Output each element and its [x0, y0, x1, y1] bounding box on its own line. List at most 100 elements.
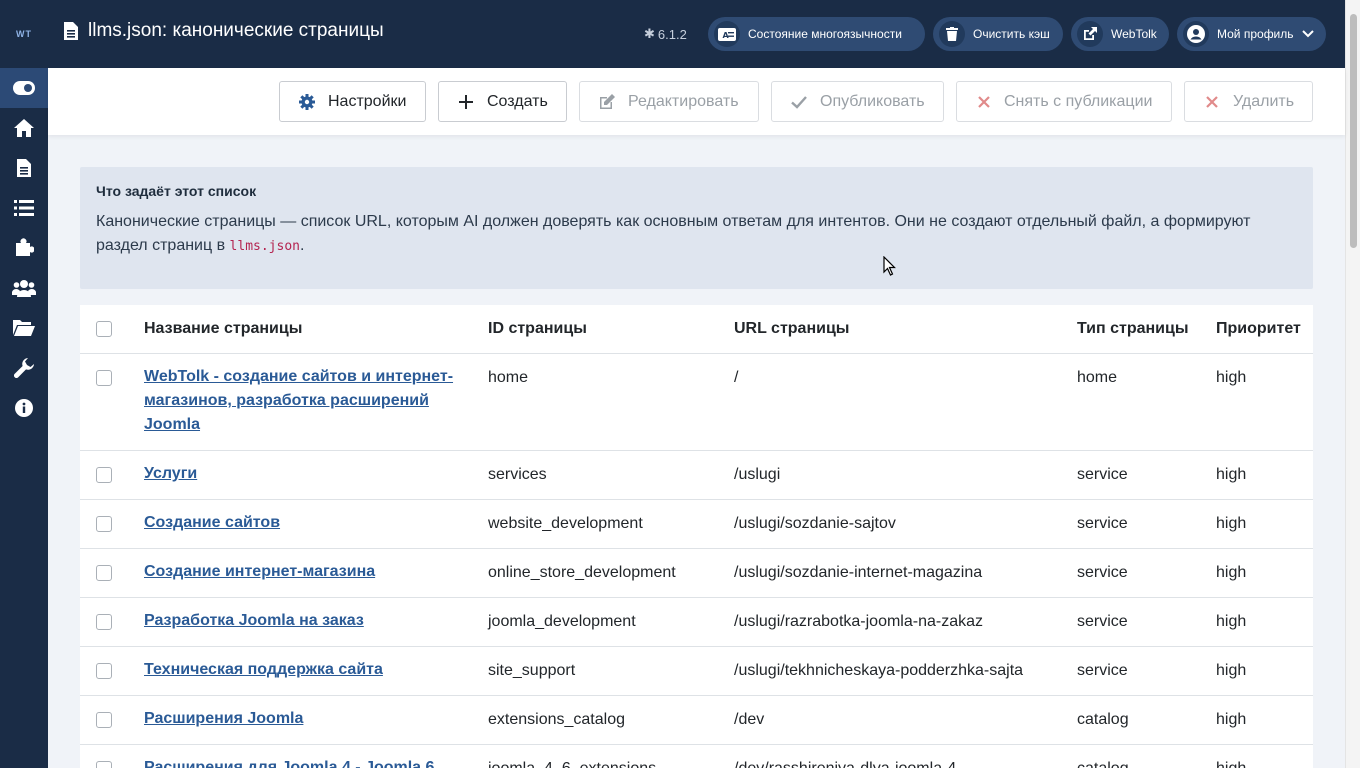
logo[interactable]: WT [0, 0, 48, 68]
settings-label: Настройки [328, 93, 407, 110]
users-icon [12, 280, 36, 297]
page-url: / [734, 369, 739, 386]
page-priority: high [1216, 662, 1247, 679]
column-header-name[interactable]: Название страницы [144, 320, 302, 338]
page-title-link[interactable]: Техническая поддержка сайта [144, 658, 464, 682]
column-header-type[interactable]: Тип страницы [1077, 320, 1189, 338]
check-icon [791, 96, 807, 109]
row-checkbox[interactable] [96, 712, 112, 728]
row-checkbox[interactable] [96, 663, 112, 679]
page-title: llms.json: канонические страницы [64, 20, 384, 42]
sidebar-toggle[interactable] [0, 68, 48, 108]
select-all-checkbox[interactable] [96, 321, 112, 337]
sidebar-item-media[interactable] [0, 308, 48, 348]
page-url: /uslugi [734, 466, 781, 483]
clear-cache-label: Очистить кэш [973, 27, 1050, 41]
publish-button[interactable]: Опубликовать [771, 81, 944, 122]
header: llms.json: канонические страницы ✱ 6.1.2… [48, 0, 1345, 68]
sidebar-item-home[interactable] [0, 108, 48, 148]
page-title-link[interactable]: WebTolk - создание сайтов и интернет-маг… [144, 365, 464, 437]
page-url: /uslugi/sozdanie-internet-magazina [734, 564, 983, 581]
page-priority: high [1216, 760, 1246, 768]
divider [80, 548, 1313, 549]
profile-menu-button[interactable]: Мой профиль [1177, 17, 1326, 51]
pages-table: Название страницы ID страницы URL страни… [80, 305, 1313, 768]
page-id: joomla_4_6_extensions [488, 760, 656, 768]
multilingual-status-button[interactable]: A Состояние многоязычности [708, 17, 925, 51]
page-title-link[interactable]: Создание интернет-магазина [144, 560, 464, 584]
trash-icon [939, 21, 965, 47]
sidebar-item-users[interactable] [0, 268, 48, 308]
page-scrollbar[interactable] [1345, 0, 1360, 768]
page-title-text: llms.json: канонические страницы [88, 20, 384, 41]
page-url: /dev [734, 711, 765, 728]
wrench-icon [14, 358, 34, 378]
folder-icon [13, 320, 35, 336]
toggle-icon [13, 81, 35, 95]
page-id: joomla_development [488, 613, 636, 630]
page-id: website_development [488, 515, 643, 532]
delete-label: Удалить [1233, 93, 1295, 110]
page-url: /uslugi/tekhnicheskaya-podderzhka-sajta [734, 662, 1024, 679]
page-title-link[interactable]: Расширения Joomla [144, 707, 464, 731]
alert-code: llms.json [229, 239, 300, 254]
row-checkbox[interactable] [96, 516, 112, 532]
alert-text-end: . [300, 237, 305, 254]
delete-button[interactable]: Удалить [1184, 81, 1313, 122]
column-header-id[interactable]: ID страницы [488, 320, 587, 338]
sidebar-item-system[interactable] [0, 348, 48, 388]
column-header-priority[interactable]: Приоритет [1216, 320, 1301, 338]
sidebar-item-help[interactable] [0, 388, 48, 428]
divider [80, 695, 1313, 696]
chevron-down-icon [1301, 30, 1314, 38]
page-type: catalog [1077, 711, 1129, 728]
toolbar: Настройки Создать Редактировать Опублико… [48, 68, 1345, 135]
language-icon: A [714, 21, 740, 47]
unpublish-button[interactable]: Снять с публикации [956, 81, 1172, 122]
row-checkbox[interactable] [96, 467, 112, 483]
row-checkbox[interactable] [96, 370, 112, 386]
clear-cache-button[interactable]: Очистить кэш [933, 17, 1063, 51]
alert-text: Канонические страницы — список URL, кото… [96, 210, 1296, 259]
page-priority: high [1216, 711, 1247, 728]
puzzle-icon [16, 238, 34, 256]
sidebar-item-menus[interactable] [0, 188, 48, 228]
page-id: home [488, 369, 529, 386]
page-title-link[interactable]: Разработка Joomla на заказ [144, 609, 464, 633]
sidebar: WT [0, 0, 48, 768]
page-title-link[interactable]: Услуги [144, 462, 464, 486]
page-priority: high [1216, 466, 1247, 483]
divider [80, 744, 1313, 745]
edit-icon [600, 94, 615, 109]
sidebar-item-content[interactable] [0, 148, 48, 188]
page-url: /dev/rasshireniya-dlya-joomla-4 [734, 760, 956, 768]
info-alert: Что задаёт этот список Канонические стра… [80, 167, 1313, 289]
page-id: services [488, 466, 547, 483]
page-type: catalog [1077, 760, 1129, 768]
site-link-label: WebTolk [1111, 27, 1157, 41]
scrollbar-thumb[interactable] [1350, 14, 1357, 248]
settings-button[interactable]: Настройки [279, 81, 426, 122]
row-checkbox[interactable] [96, 614, 112, 630]
unpublish-label: Снять с публикации [1004, 93, 1153, 110]
row-checkbox[interactable] [96, 565, 112, 581]
site-link-button[interactable]: WebTolk [1071, 17, 1169, 51]
page-priority: high [1216, 564, 1247, 581]
edit-button[interactable]: Редактировать [579, 81, 759, 122]
multilingual-status-label: Состояние многоязычности [748, 27, 902, 41]
row-checkbox[interactable] [96, 761, 112, 768]
publish-label: Опубликовать [820, 93, 925, 110]
page-title-link[interactable]: Расширения для Joomla 4 - Joomla 6 [144, 756, 464, 768]
version-number: 6.1.2 [657, 26, 687, 42]
page-type: service [1077, 613, 1128, 630]
cursor-icon [883, 256, 896, 276]
create-button[interactable]: Создать [438, 81, 567, 122]
profile-label: Мой профиль [1217, 27, 1294, 41]
page-type: service [1077, 662, 1128, 679]
sidebar-item-extensions[interactable] [0, 228, 48, 268]
file-icon [64, 22, 78, 40]
column-header-url[interactable]: URL страницы [734, 320, 849, 338]
gear-icon [299, 94, 315, 110]
info-icon [15, 399, 33, 417]
page-title-link[interactable]: Создание сайтов [144, 511, 464, 535]
